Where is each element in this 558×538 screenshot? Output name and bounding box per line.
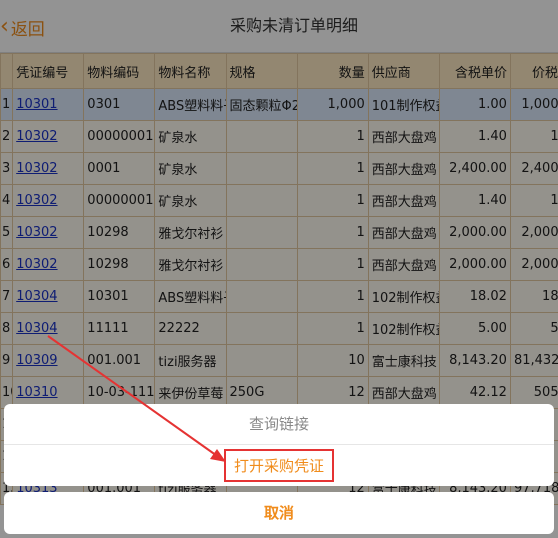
action-sheet: 查询链接 打开采购凭证 — [4, 404, 554, 486]
action-sheet-title: 查询链接 — [4, 404, 554, 445]
cancel-button[interactable]: 取消 — [4, 492, 554, 534]
open-purchase-voucher-button[interactable]: 打开采购凭证 — [223, 449, 334, 482]
